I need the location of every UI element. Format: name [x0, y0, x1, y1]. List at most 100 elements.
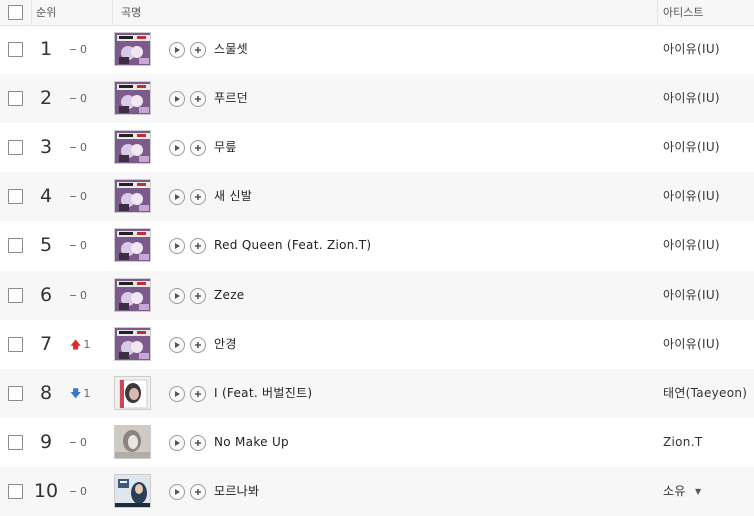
album-cover-image[interactable]: [114, 424, 151, 459]
rank-change: 0: [70, 74, 94, 123]
table-row[interactable]: 9 0 No Make Up Zion.T: [0, 418, 754, 467]
row-checkbox[interactable]: [8, 483, 23, 499]
row-checkbox[interactable]: [8, 385, 23, 401]
table-row[interactable]: 4 0 새 신발 아이유(IU): [0, 172, 754, 222]
artist-name[interactable]: 아이유(IU): [663, 172, 720, 221]
play-icon[interactable]: [169, 336, 185, 353]
artist-name[interactable]: 아이유(IU): [663, 221, 720, 270]
rank-same-icon: [70, 441, 76, 443]
table-row[interactable]: 5 0 Red Queen (Feat. Zion.T) 아이유(IU): [0, 221, 754, 270]
artist-name[interactable]: Zion.T: [663, 418, 702, 467]
album-cover-image[interactable]: [114, 228, 151, 263]
rank-change-value: 1: [83, 386, 91, 400]
play-icon[interactable]: [169, 140, 185, 157]
rank-change-value: 1: [83, 337, 91, 351]
rank-change-value: 0: [80, 239, 87, 253]
artist-name[interactable]: 태연(Taeyeon): [663, 369, 747, 418]
table-row[interactable]: 7 🡅 1 안경 아이유(IU): [0, 320, 754, 369]
header-artist[interactable]: 아티스트: [663, 0, 703, 25]
rank-same-icon: [70, 196, 76, 198]
select-all-checkbox[interactable]: [8, 5, 23, 20]
header-divider: [112, 0, 113, 25]
table-row[interactable]: 2 0 푸르던 아이유(IU): [0, 74, 754, 124]
rank-change: 0: [70, 271, 94, 320]
song-title[interactable]: 안경: [214, 320, 237, 369]
header-divider: [657, 0, 658, 25]
rank-change: 0: [70, 172, 94, 221]
rank-change: 🡅 1: [70, 320, 94, 369]
row-checkbox[interactable]: [8, 238, 23, 254]
header-divider: [31, 0, 32, 25]
row-checkbox[interactable]: [8, 189, 23, 205]
play-icon[interactable]: [169, 42, 185, 58]
table-header: 순위 곡명 아티스트: [0, 0, 754, 26]
song-title[interactable]: Red Queen (Feat. Zion.T): [214, 221, 371, 270]
table-row[interactable]: 6 0 Zeze 아이유(IU): [0, 270, 754, 320]
play-icon[interactable]: [169, 483, 185, 500]
rank-change-value: 0: [80, 484, 87, 498]
rank-number: 9: [39, 430, 53, 453]
add-to-playlist-icon[interactable]: [190, 42, 206, 58]
artist-name[interactable]: 아이유(IU): [663, 123, 720, 172]
song-title[interactable]: 푸르던: [214, 74, 248, 123]
album-cover-image[interactable]: [114, 179, 151, 214]
artist-name[interactable]: 아이유(IU): [663, 320, 720, 369]
add-to-playlist-icon[interactable]: [190, 434, 206, 451]
rank-same-icon: [70, 49, 76, 50]
row-checkbox[interactable]: [8, 336, 23, 352]
row-checkbox[interactable]: [8, 91, 23, 107]
play-icon[interactable]: [169, 189, 185, 206]
row-checkbox[interactable]: [8, 42, 23, 57]
song-title[interactable]: 새 신발: [214, 172, 252, 221]
rank-change-value: 0: [80, 141, 87, 155]
song-title[interactable]: 스물셋: [214, 25, 248, 74]
rank-same-icon: [70, 245, 76, 247]
album-cover-image[interactable]: [114, 326, 151, 361]
album-cover-image[interactable]: [114, 473, 151, 508]
song-title[interactable]: 모르나봐: [214, 467, 259, 516]
play-icon[interactable]: [169, 91, 185, 108]
play-icon[interactable]: [169, 238, 185, 255]
header-rank[interactable]: 순위: [36, 0, 56, 25]
add-to-playlist-icon[interactable]: [190, 483, 206, 500]
add-to-playlist-icon[interactable]: [190, 385, 206, 402]
add-to-playlist-icon[interactable]: [190, 336, 206, 353]
rank-number: 5: [39, 234, 53, 257]
album-cover-image[interactable]: [114, 375, 151, 410]
table-row[interactable]: 3 0 무릎 아이유(IU): [0, 123, 754, 172]
rank-same-icon: [70, 147, 76, 149]
play-icon[interactable]: [169, 385, 185, 402]
album-cover-image[interactable]: [114, 130, 151, 165]
add-to-playlist-icon[interactable]: [190, 140, 206, 157]
table-row[interactable]: 8 🡇 1 I (Feat. 버벌진트) 태연(Taeyeon): [0, 368, 754, 418]
artist-name[interactable]: 아이유(IU): [663, 271, 720, 320]
artist-name[interactable]: 아이유(IU): [663, 25, 720, 74]
song-title[interactable]: I (Feat. 버벌진트): [214, 369, 312, 418]
header-song[interactable]: 곡명: [121, 0, 141, 25]
song-title[interactable]: 무릎: [214, 123, 237, 172]
rank-change: 🡇 1: [70, 369, 94, 418]
album-cover-image[interactable]: [114, 81, 151, 116]
add-to-playlist-icon[interactable]: [190, 189, 206, 206]
row-checkbox[interactable]: [8, 434, 23, 450]
play-icon[interactable]: [169, 287, 185, 304]
rank-change-value: 0: [80, 288, 87, 302]
album-cover-image[interactable]: [114, 32, 151, 66]
chevron-down-icon[interactable]: ▼: [695, 467, 701, 516]
table-row[interactable]: 1 0 스물셋 아이유(IU): [0, 25, 754, 74]
artist-name[interactable]: 소유: [663, 467, 686, 516]
add-to-playlist-icon[interactable]: [190, 287, 206, 304]
add-to-playlist-icon[interactable]: [190, 238, 206, 255]
rank-change-value: 0: [80, 92, 87, 106]
artist-name[interactable]: 아이유(IU): [663, 74, 720, 123]
play-icon[interactable]: [169, 434, 185, 451]
add-to-playlist-icon[interactable]: [190, 91, 206, 108]
row-checkbox[interactable]: [8, 140, 23, 156]
row-checkbox[interactable]: [8, 287, 23, 303]
rank-number: 1: [39, 38, 53, 60]
song-title[interactable]: Zeze: [214, 271, 245, 320]
rank-change: 0: [70, 25, 94, 74]
song-title[interactable]: No Make Up: [214, 418, 289, 467]
album-cover-image[interactable]: [114, 277, 151, 312]
table-row[interactable]: 10 0 모르나봐 소유 ▼: [0, 466, 754, 516]
